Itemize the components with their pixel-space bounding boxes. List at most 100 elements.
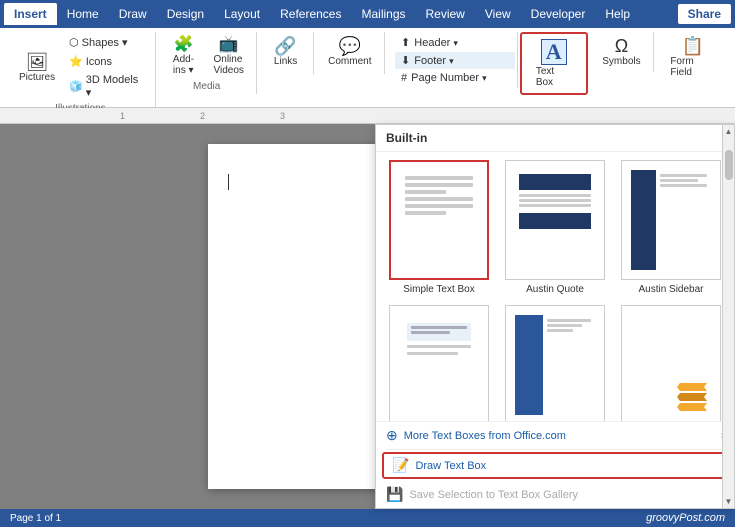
more-textboxes-icon: ⊕	[386, 427, 398, 444]
header-button[interactable]: ⬆ Header ▾	[395, 34, 515, 51]
tab-mailings[interactable]: Mailings	[351, 3, 415, 25]
formfield-icon: 📋	[681, 37, 703, 55]
more-textboxes-label: More Text Boxes from Office.com	[404, 430, 566, 442]
ribbon-group-links: 🔗 Links	[259, 32, 314, 74]
ribbon-group-formfield: 📋 Form Field	[656, 32, 729, 83]
scroll-track	[725, 140, 733, 493]
austin-quote-label: Austin Quote	[526, 284, 584, 295]
ribbon-group-comments: 💬 Comment	[316, 32, 385, 74]
preview-line	[547, 329, 573, 332]
footer-button[interactable]: ⬇ Footer ▾	[395, 52, 515, 69]
austin-sidebar-content	[656, 170, 711, 270]
textbox-icon: A	[541, 39, 567, 65]
textbox-style-austin-quote[interactable]: Austin Quote	[502, 160, 608, 295]
dropdown-divider	[386, 449, 724, 450]
preview-line	[405, 211, 446, 215]
addins-icon: 🧩	[174, 37, 194, 53]
scroll-down-button[interactable]: ▼	[723, 495, 735, 508]
ribbon-group-header-footer: ⬆ Header ▾ ⬇ Footer ▾ # Page Number ▾	[387, 32, 518, 88]
preview-line	[547, 324, 582, 327]
preview-line	[519, 204, 591, 207]
textbox-style-banded-quote[interactable]: Banded Quote	[386, 305, 492, 421]
pictures-button[interactable]: 🖼 Pictures	[14, 50, 60, 86]
tab-layout[interactable]: Layout	[214, 3, 270, 25]
facet-chevrons	[677, 383, 707, 411]
dropdown-title: Built-in	[376, 125, 734, 152]
preview-line	[405, 190, 446, 194]
shapes-icon: ⬡	[69, 36, 79, 49]
dropdown-scrollbar[interactable]: ▲ ▼	[722, 125, 734, 508]
ribbon-group-media: 🧩 Add-ins ▾ 📺 OnlineVideos Media	[158, 32, 257, 94]
addins-button[interactable]: 🧩 Add-ins ▾	[163, 34, 203, 79]
draw-textbox-label: Draw Text Box	[415, 460, 486, 472]
tab-home[interactable]: Home	[57, 3, 109, 25]
banded-sidebar-content	[543, 315, 595, 415]
illustrations-buttons: 🖼 Pictures ⬡ Shapes ▾ ⭐ Icons 🧊 3D Model…	[14, 34, 147, 101]
tab-share[interactable]: Share	[678, 4, 731, 24]
symbols-icon: Ω	[615, 37, 628, 55]
preview-line	[660, 174, 707, 177]
save-selection-label: Save Selection to Text Box Gallery	[409, 489, 578, 501]
austin-blue-footer	[519, 213, 591, 229]
status-bar: Page 1 of 1 groovyPost.com	[0, 509, 735, 527]
icons-button[interactable]: ⭐ Icons	[64, 53, 147, 70]
austin-quote-preview	[505, 160, 605, 280]
tab-review[interactable]: Review	[416, 3, 475, 25]
3dmodels-button[interactable]: 🧊 3D Models ▾	[64, 72, 147, 101]
facet-chevron-1	[677, 383, 707, 391]
draw-textbox-icon: 📝	[392, 457, 409, 474]
icons-icon: ⭐	[69, 55, 83, 68]
simple-textbox-preview	[389, 160, 489, 280]
tab-insert[interactable]: Insert	[4, 3, 57, 25]
tab-design[interactable]: Design	[157, 3, 214, 25]
tab-developer[interactable]: Developer	[521, 3, 596, 25]
links-button[interactable]: 🔗 Links	[266, 34, 306, 70]
banded-sidebar-preview	[505, 305, 605, 421]
shape-icons-group: ⬡ Shapes ▾ ⭐ Icons 🧊 3D Models ▾	[64, 34, 147, 101]
symbols-button[interactable]: Ω Symbols	[596, 34, 646, 70]
simple-textbox-label: Simple Text Box	[403, 284, 475, 295]
scroll-up-button[interactable]: ▲	[723, 125, 735, 138]
formfield-button[interactable]: 📋 Form Field	[664, 34, 721, 81]
header-icon: ⬆	[401, 36, 410, 49]
shapes-button[interactable]: ⬡ Shapes ▾	[64, 34, 147, 51]
facet-chevron-3	[677, 403, 707, 411]
tab-help[interactable]: Help	[595, 3, 640, 25]
textbox-styles-grid: Simple Text Box Austin Quote	[376, 152, 734, 421]
textbox-style-austin-sidebar[interactable]: Austin Sidebar	[618, 160, 724, 295]
textbox-button[interactable]: A Text Box	[530, 36, 578, 91]
footer-icon: ⬇	[401, 54, 410, 67]
pagenumber-button[interactable]: # Page Number ▾	[395, 70, 515, 86]
preview-line	[405, 197, 473, 201]
comment-button[interactable]: 💬 Comment	[322, 34, 377, 70]
onlinevideos-button[interactable]: 📺 OnlineVideos	[207, 34, 249, 79]
scroll-thumb[interactable]	[725, 150, 733, 180]
austin-quote-visual	[515, 170, 595, 270]
ruler-mark-2: 2	[200, 111, 205, 121]
comment-icon: 💬	[339, 37, 361, 55]
draw-textbox-link[interactable]: 📝 Draw Text Box	[382, 452, 728, 479]
textbox-style-facet-quote[interactable]: Facet Quote	[618, 305, 724, 421]
ruler-mark-1: 1	[120, 111, 125, 121]
pagenumber-icon: #	[401, 72, 407, 84]
save-selection-icon: 💾	[386, 486, 403, 503]
preview-line	[547, 319, 591, 322]
document-area: ▲ ▼ Built-in	[0, 124, 735, 509]
tab-references[interactable]: References	[270, 3, 351, 25]
pictures-label: Pictures	[19, 72, 55, 83]
ribbon-group-textbox: A Text Box	[520, 32, 588, 95]
austin-sidebar-visual	[631, 170, 711, 270]
facet-quote-preview	[621, 305, 721, 421]
tab-view[interactable]: View	[475, 3, 521, 25]
header-footer-group: ⬆ Header ▾ ⬇ Footer ▾ # Page Number ▾	[395, 34, 515, 86]
links-icon: 🔗	[274, 37, 296, 55]
textbox-style-banded-sidebar[interactable]: Banded Sidebar	[502, 305, 608, 421]
banded-quote-band	[407, 323, 471, 341]
tab-draw[interactable]: Draw	[109, 3, 157, 25]
3dmodels-icon: 🧊	[69, 80, 83, 93]
textbox-style-simple[interactable]: Simple Text Box	[386, 160, 492, 295]
austin-sidebar-blue	[631, 170, 656, 270]
preview-line	[660, 184, 707, 187]
media-label: Media	[193, 81, 220, 92]
more-textboxes-link[interactable]: ⊕ More Text Boxes from Office.com ›	[376, 422, 734, 449]
